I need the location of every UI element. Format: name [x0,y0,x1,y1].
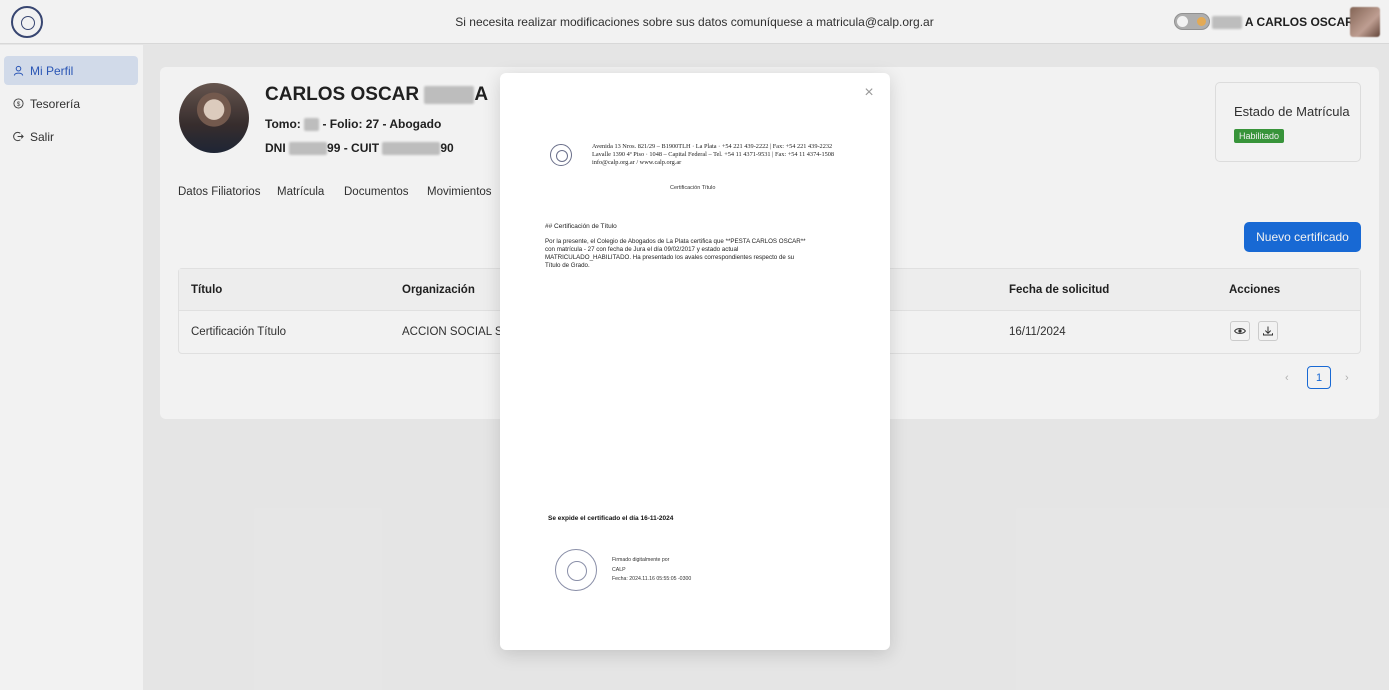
doc-address-line: info@calp.org.ar / www.calp.org.ar [592,159,682,166]
doc-subheading: ## Certificación de Título [545,223,617,230]
signature-seal-icon [555,549,597,591]
doc-body-line: Por la presente, el Colegio de Abogados … [545,238,806,245]
doc-address-line: Avenida 13 Nros. 821/29 – B1900TLH · La … [592,143,833,150]
doc-body-line: Título de Grado. [545,262,590,269]
doc-body-line: MATRICULADO_HABILITADO. Ha presentado lo… [545,254,795,261]
doc-body-line: con matrícula - 27 con fecha de Jura el … [545,246,739,253]
doc-expide: Se expide el certificado el día 16-11-20… [548,515,674,522]
calp-seal-icon [550,144,572,166]
signature-line: Fecha: 2024.11.16 05:55:05 -0300 [612,576,692,582]
signature-line: Firmado digitalmente por [612,557,670,563]
close-icon[interactable]: × [861,85,877,101]
doc-heading: Certificación Título [670,185,716,191]
doc-address-line: Lavalle 1390 4º Piso · 1048 – Capital Fe… [592,151,835,158]
signature-line: CALP [612,567,626,573]
